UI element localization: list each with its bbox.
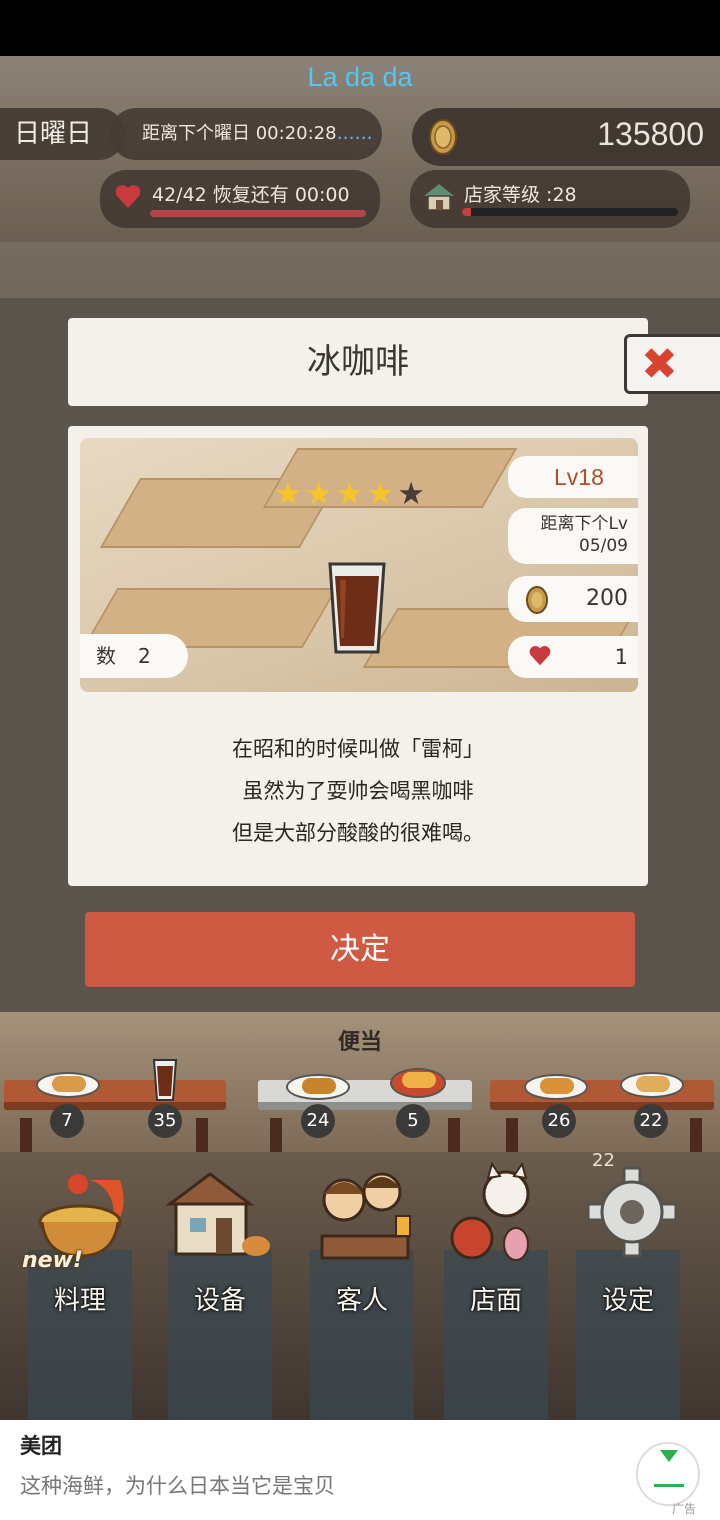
count-value: 2 bbox=[138, 644, 151, 668]
table-leg bbox=[506, 1118, 518, 1152]
heart-icon bbox=[115, 185, 141, 208]
star-icon: ★ bbox=[304, 476, 333, 512]
item-love: 1 bbox=[508, 636, 638, 678]
table-leg bbox=[270, 1118, 282, 1152]
download-line-icon bbox=[654, 1484, 684, 1487]
menu-shelf-label: 便当 bbox=[337, 1030, 382, 1055]
table-leg bbox=[690, 1118, 702, 1152]
nav-equipment-label: 设备 bbox=[193, 1286, 246, 1316]
menu-dish-iced-coffee[interactable] bbox=[152, 1058, 178, 1102]
item-description: 在昭和的时候叫做「雷柯」 虽然为了耍帅会喝黑咖啡 但是大部分酸酸的很难喝。 bbox=[68, 728, 648, 854]
new-badge: new! bbox=[22, 1248, 83, 1273]
player-name: La da da bbox=[307, 62, 413, 92]
description-line: 虽然为了耍帅会喝黑咖啡 bbox=[242, 779, 474, 803]
dish-count: 24 bbox=[301, 1104, 335, 1138]
coin-icon bbox=[429, 119, 457, 155]
love-value: 1 bbox=[614, 645, 628, 669]
menu-dish-croquette[interactable] bbox=[524, 1074, 588, 1100]
star-icon: ★ bbox=[366, 476, 395, 512]
download-arrow-icon bbox=[660, 1450, 678, 1462]
price-value: 200 bbox=[586, 586, 628, 611]
star-icon: ★ bbox=[335, 476, 364, 512]
table-leg bbox=[196, 1118, 208, 1152]
dish-count: 7 bbox=[50, 1104, 84, 1138]
ad-tag: 广告 bbox=[672, 1502, 697, 1516]
next-day-timer: 距离下个曜日 00:20:28…… bbox=[110, 108, 382, 160]
nav-settings-label: 设定 bbox=[601, 1286, 654, 1316]
iced-coffee-icon bbox=[328, 562, 386, 654]
dish-count: 35 bbox=[148, 1104, 182, 1138]
item-count: 数2 bbox=[80, 634, 188, 678]
customers-icon bbox=[320, 1172, 411, 1260]
nav-customers-label: 客人 bbox=[335, 1286, 388, 1316]
close-button[interactable]: ✖ bbox=[624, 334, 720, 394]
shop-building-icon bbox=[165, 1172, 270, 1256]
stamina-meter[interactable]: 42/42 恢复还有 00:00 bbox=[100, 170, 380, 228]
star-empty-icon: ★ bbox=[397, 476, 425, 512]
shop-level-bar-fill bbox=[462, 208, 471, 216]
gear-icon bbox=[586, 1166, 678, 1258]
status-bar bbox=[0, 0, 720, 56]
table-leg bbox=[20, 1118, 32, 1152]
shop-house-icon bbox=[424, 184, 454, 211]
menu-dish-gyoza[interactable] bbox=[36, 1072, 100, 1098]
stamina-text: 42/42 恢复还有 00:00 bbox=[152, 184, 350, 206]
dish-count: 5 bbox=[396, 1104, 430, 1138]
dish-count: 26 bbox=[542, 1104, 576, 1138]
menu-dish-ramen[interactable] bbox=[390, 1068, 446, 1098]
dish-count: 22 bbox=[634, 1104, 668, 1138]
item-price: 200 bbox=[508, 576, 638, 622]
shop-level-bar bbox=[462, 208, 678, 216]
close-icon: ✖ bbox=[641, 339, 678, 390]
count-label: 数 bbox=[96, 644, 116, 668]
item-level: Lv18 bbox=[508, 456, 638, 498]
next-day-more: …… bbox=[336, 123, 373, 144]
nav-equipment[interactable]: 设备 bbox=[150, 1160, 290, 1316]
lucky-cat-icon bbox=[450, 1161, 530, 1261]
weekday-badge: 日曜日 bbox=[0, 108, 125, 160]
nav-cooking[interactable]: 料理 bbox=[10, 1160, 150, 1316]
next-level-progress: 05/09 bbox=[579, 536, 628, 556]
nav-cooking-label: 料理 bbox=[53, 1286, 106, 1316]
dialog-title: 冰咖啡 bbox=[68, 318, 648, 406]
nav-customers[interactable]: 客人 bbox=[292, 1160, 432, 1316]
coin-amount: 135800 bbox=[597, 116, 704, 152]
nav-storefront[interactable]: 店面 bbox=[426, 1160, 566, 1316]
nav-settings[interactable]: 设定 bbox=[558, 1160, 698, 1316]
menu-dish-curry[interactable] bbox=[286, 1074, 350, 1100]
coin-icon bbox=[526, 586, 548, 614]
description-line: 但是大部分酸酸的很难喝。 bbox=[232, 821, 484, 845]
table-leg bbox=[448, 1118, 460, 1152]
stamina-bar bbox=[150, 210, 366, 217]
star-icon: ★ bbox=[274, 476, 302, 512]
shop-level-text: 店家等级 :28 bbox=[464, 184, 577, 206]
description-line: 在昭和的时候叫做「雷柯」 bbox=[232, 737, 484, 761]
heart-icon bbox=[529, 646, 551, 666]
coin-counter[interactable]: 135800 bbox=[412, 108, 720, 166]
next-level-label: 距离下个Lv bbox=[540, 514, 628, 534]
ad-brand: 美团 bbox=[20, 1434, 62, 1458]
ad-download-button[interactable] bbox=[636, 1442, 700, 1506]
shop-level[interactable]: 店家等级 :28 bbox=[410, 170, 690, 228]
next-day-label: 距离下个曜日 00:20:28 bbox=[142, 123, 337, 144]
nav-storefront-label: 店面 bbox=[469, 1286, 522, 1316]
next-level-info: 距离下个Lv 05/09 bbox=[508, 508, 638, 564]
ad-text[interactable]: 这种海鲜，为什么日本当它是宝贝 bbox=[20, 1470, 335, 1500]
rating-stars: ★ ★ ★ ★ ★ bbox=[274, 478, 425, 510]
confirm-button[interactable]: 决定 bbox=[85, 912, 635, 987]
menu-dish-dumplings[interactable] bbox=[620, 1072, 684, 1098]
